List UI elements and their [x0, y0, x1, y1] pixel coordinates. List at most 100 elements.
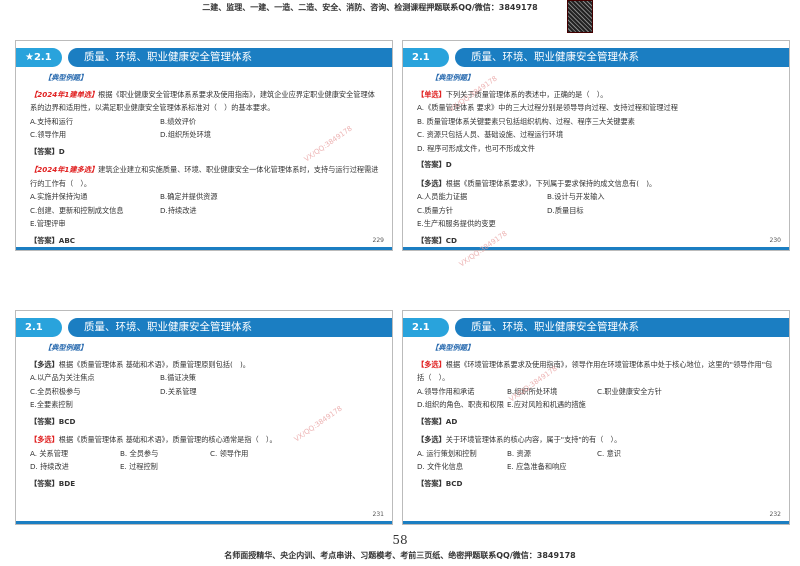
option: A.支持和运行: [30, 116, 74, 126]
option: B. 资源: [507, 448, 531, 458]
question-stem: 【多选】根据《质量管理体系 基础和术语》，质量管理的核心通常是指（ ）。: [30, 433, 382, 447]
question: 【2024年1建多选】建筑企业建立和实施质量、环境、职业健康安全一体化管理体系时…: [30, 163, 382, 247]
bottom-banner: 名师面授精华、央企内训、考点串讲、习题模考、考前三页纸、绝密押题联系QQ/微信：…: [224, 551, 576, 560]
option: C. 资源只包括人员、基础设施、过程运行环境: [417, 130, 564, 139]
example-tag: 【典型例题】: [431, 343, 475, 352]
question-type-label: 【单选】: [417, 89, 446, 99]
slide: 2.1 质量、环境、职业健康安全管理体系 【典型例题】 【单选】下列关于质量管理体系的…: [402, 40, 790, 251]
option: C.质量方针: [417, 205, 454, 215]
answer: 【答案】ABC: [30, 235, 76, 245]
slide-header: ★2.1 质量、环境、职业健康安全管理体系: [16, 48, 392, 67]
option-row: E.全要素控制: [30, 398, 382, 412]
option-row: A.以产品为关注焦点 B.循证决策: [30, 371, 382, 385]
question-type-label: 【2024年1建单选】: [30, 89, 99, 99]
question-type-label: 【多选】: [30, 359, 59, 369]
option: D.组织所处环境: [160, 130, 211, 139]
option-row: D. 持续改进 E. 过程控制: [30, 460, 382, 474]
option: D.组织的角色、职责和权限: [417, 400, 504, 409]
slide-body: 【典型例题】 【多选】根据《环境管理体系要求及使用指南》，领导作用在环境管理体系中…: [417, 341, 779, 495]
option: D.持续改进: [160, 205, 197, 215]
option: C. 领导作用: [210, 448, 249, 458]
option: E.全要素控制: [30, 400, 73, 409]
option: C.领导作用: [30, 130, 67, 139]
question-stem: 【2024年1建多选】建筑企业建立和实施质量、环境、职业健康安全一体化管理体系时…: [30, 163, 382, 190]
option: C. 意识: [597, 448, 621, 458]
question-text: 根据《质量管理体系 基础和术语》，质量管理的核心通常是指（ ）。: [58, 435, 277, 444]
option: C.全员积极参与: [30, 386, 81, 396]
option: C.创建、更新和控制成文信息: [30, 205, 124, 215]
section-title: 质量、环境、职业健康安全管理体系: [68, 318, 392, 337]
option: E.生产和服务提供的变更: [417, 219, 496, 228]
option: D.关系管理: [160, 386, 197, 396]
qr-code-image: [567, 0, 593, 33]
question-text: 根据《质量管理体系 基础和术语》，质量管理原则包括( )。: [58, 359, 250, 369]
question-stem: 【多选】关于环境管理体系的核心内容，属于"支持"的有（ ）。: [417, 433, 779, 447]
option-row: D. 文件化信息 E. 应急准备和响应: [417, 460, 779, 474]
answer: 【答案】CD: [417, 235, 457, 245]
option: B. 质量管理体系关键要素只包括组织机构、过程、程序三大关键要素: [417, 116, 635, 126]
section-title: 质量、环境、职业健康安全管理体系: [455, 318, 789, 337]
slide-page-number: 231: [372, 511, 384, 518]
slide: ★2.1 质量、环境、职业健康安全管理体系【典型例题】【2024年1建单选】根据《…: [15, 40, 393, 251]
option-row: C. 资源只包括人员、基础设施、过程运行环境: [417, 128, 779, 142]
option-row: E.生产和服务提供的变更: [417, 217, 779, 231]
slide-body: 【典型例题】【2024年1建单选】根据《职业健康安全管理体系系要求及使用指南》，…: [30, 71, 382, 250]
option-row: A. 运行策划和控制 B. 资源 C. 意识: [417, 447, 779, 461]
option: E. 过程控制: [120, 462, 158, 471]
question-type-label: 【多选】: [417, 435, 446, 444]
slide-footer-bar: [16, 521, 392, 524]
option: A. 关系管理: [30, 448, 69, 458]
question-stem: 【多选】根据《环境管理体系要求及使用指南》，领导作用在环境管理体系中处于核心地位…: [417, 358, 779, 385]
option: C.职业健康安全方针: [597, 386, 662, 396]
option-row: B. 质量管理体系关键要素只包括组织机构、过程、程序三大关键要素: [417, 115, 779, 129]
slide: 2.1 质量、环境、职业健康安全管理体系 【典型例题】 【多选】根据《环境管理体系要求…: [402, 310, 790, 525]
option: B.循证决策: [160, 373, 196, 382]
option: D. 持续改进: [30, 462, 69, 471]
option-row: C.质量方针 D.质量目标: [417, 204, 779, 218]
option: A.领导作用和承诺: [417, 386, 475, 396]
option: B.确定并提供资源: [160, 192, 218, 201]
option-row: A.支持和运行 B.绩效评价: [30, 115, 382, 129]
option-row: A. 关系管理 B. 全员参与 C. 领导作用: [30, 447, 382, 461]
slide-page-number: 229: [372, 237, 384, 244]
slide-footer-bar: [403, 521, 789, 524]
slide-header: 2.1 质量、环境、职业健康安全管理体系: [403, 318, 789, 337]
option: D. 程序可形成文件，也可不形成文件: [417, 143, 535, 153]
answer: 【答案】AD: [417, 416, 458, 426]
question: 【多选】关于环境管理体系的核心内容，属于"支持"的有（ ）。 A. 运行策划和控制…: [417, 433, 779, 490]
section-number: 2.1: [16, 318, 62, 337]
question-text: 根据《质量管理体系要求》，下列属于要求保持的成文信息有( )。: [445, 178, 657, 188]
option: B. 全员参与: [120, 448, 159, 458]
top-banner: 二建、监理、一建、一造、二造、安全、消防、咨询、检测课程押题联系QQ/微信：38…: [202, 3, 538, 12]
section-number: 2.1: [403, 318, 449, 337]
question-type-label: 【多选】: [30, 435, 59, 444]
option: E. 应急准备和响应: [507, 462, 567, 471]
slide: 2.1 质量、环境、职业健康安全管理体系 【典型例题】 【多选】根据《质量管理体系 基…: [15, 310, 393, 525]
question-stem: 【多选】根据《质量管理体系要求》，下列属于要求保持的成文信息有( )。: [417, 177, 779, 191]
question-text: 根据《环境管理体系要求及使用指南》，领导作用在环境管理体系中处于核心地位，这里的…: [417, 359, 773, 383]
slide-page-number: 232: [769, 511, 781, 518]
slide-page-number: 230: [769, 237, 781, 244]
option-row: A.人员能力证据 B.设计与开发输入: [417, 190, 779, 204]
option: A. 运行策划和控制: [417, 448, 477, 458]
option: E.应对风险和机遇的措施: [507, 400, 586, 409]
option-row: D.组织的角色、职责和权限 E.应对风险和机遇的措施: [417, 398, 779, 412]
section-number: 2.1: [403, 48, 449, 67]
option-row: C.全员积极参与 D.关系管理: [30, 385, 382, 399]
answer: 【答案】D: [417, 160, 452, 169]
question-text: 关于环境管理体系的核心内容，属于"支持"的有（ ）。: [445, 435, 622, 444]
option: A.实施并保持沟通: [30, 192, 88, 201]
option: E.管理评审: [30, 219, 66, 228]
option: B.绩效评价: [160, 116, 196, 126]
option: A.人员能力证据: [417, 192, 468, 201]
section-number: ★2.1: [16, 48, 62, 67]
option: D.质量目标: [547, 205, 584, 215]
option-row: A.领导作用和承诺 B.组织所处环境 C.职业健康安全方针: [417, 385, 779, 399]
slide-header: 2.1 质量、环境、职业健康安全管理体系: [16, 318, 392, 337]
slide-footer-bar: [403, 247, 789, 250]
section-title: 质量、环境、职业健康安全管理体系: [68, 48, 392, 67]
example-tag: 【典型例题】: [44, 73, 88, 82]
section-title: 质量、环境、职业健康安全管理体系: [455, 48, 789, 67]
question-stem: 【2024年1建单选】根据《职业健康安全管理体系系要求及使用指南》，建筑企业应界…: [30, 88, 382, 115]
option-row: A.《质量管理体系 要求》中的三大过程分别是领导导向过程、支持过程和管理过程: [417, 101, 779, 115]
